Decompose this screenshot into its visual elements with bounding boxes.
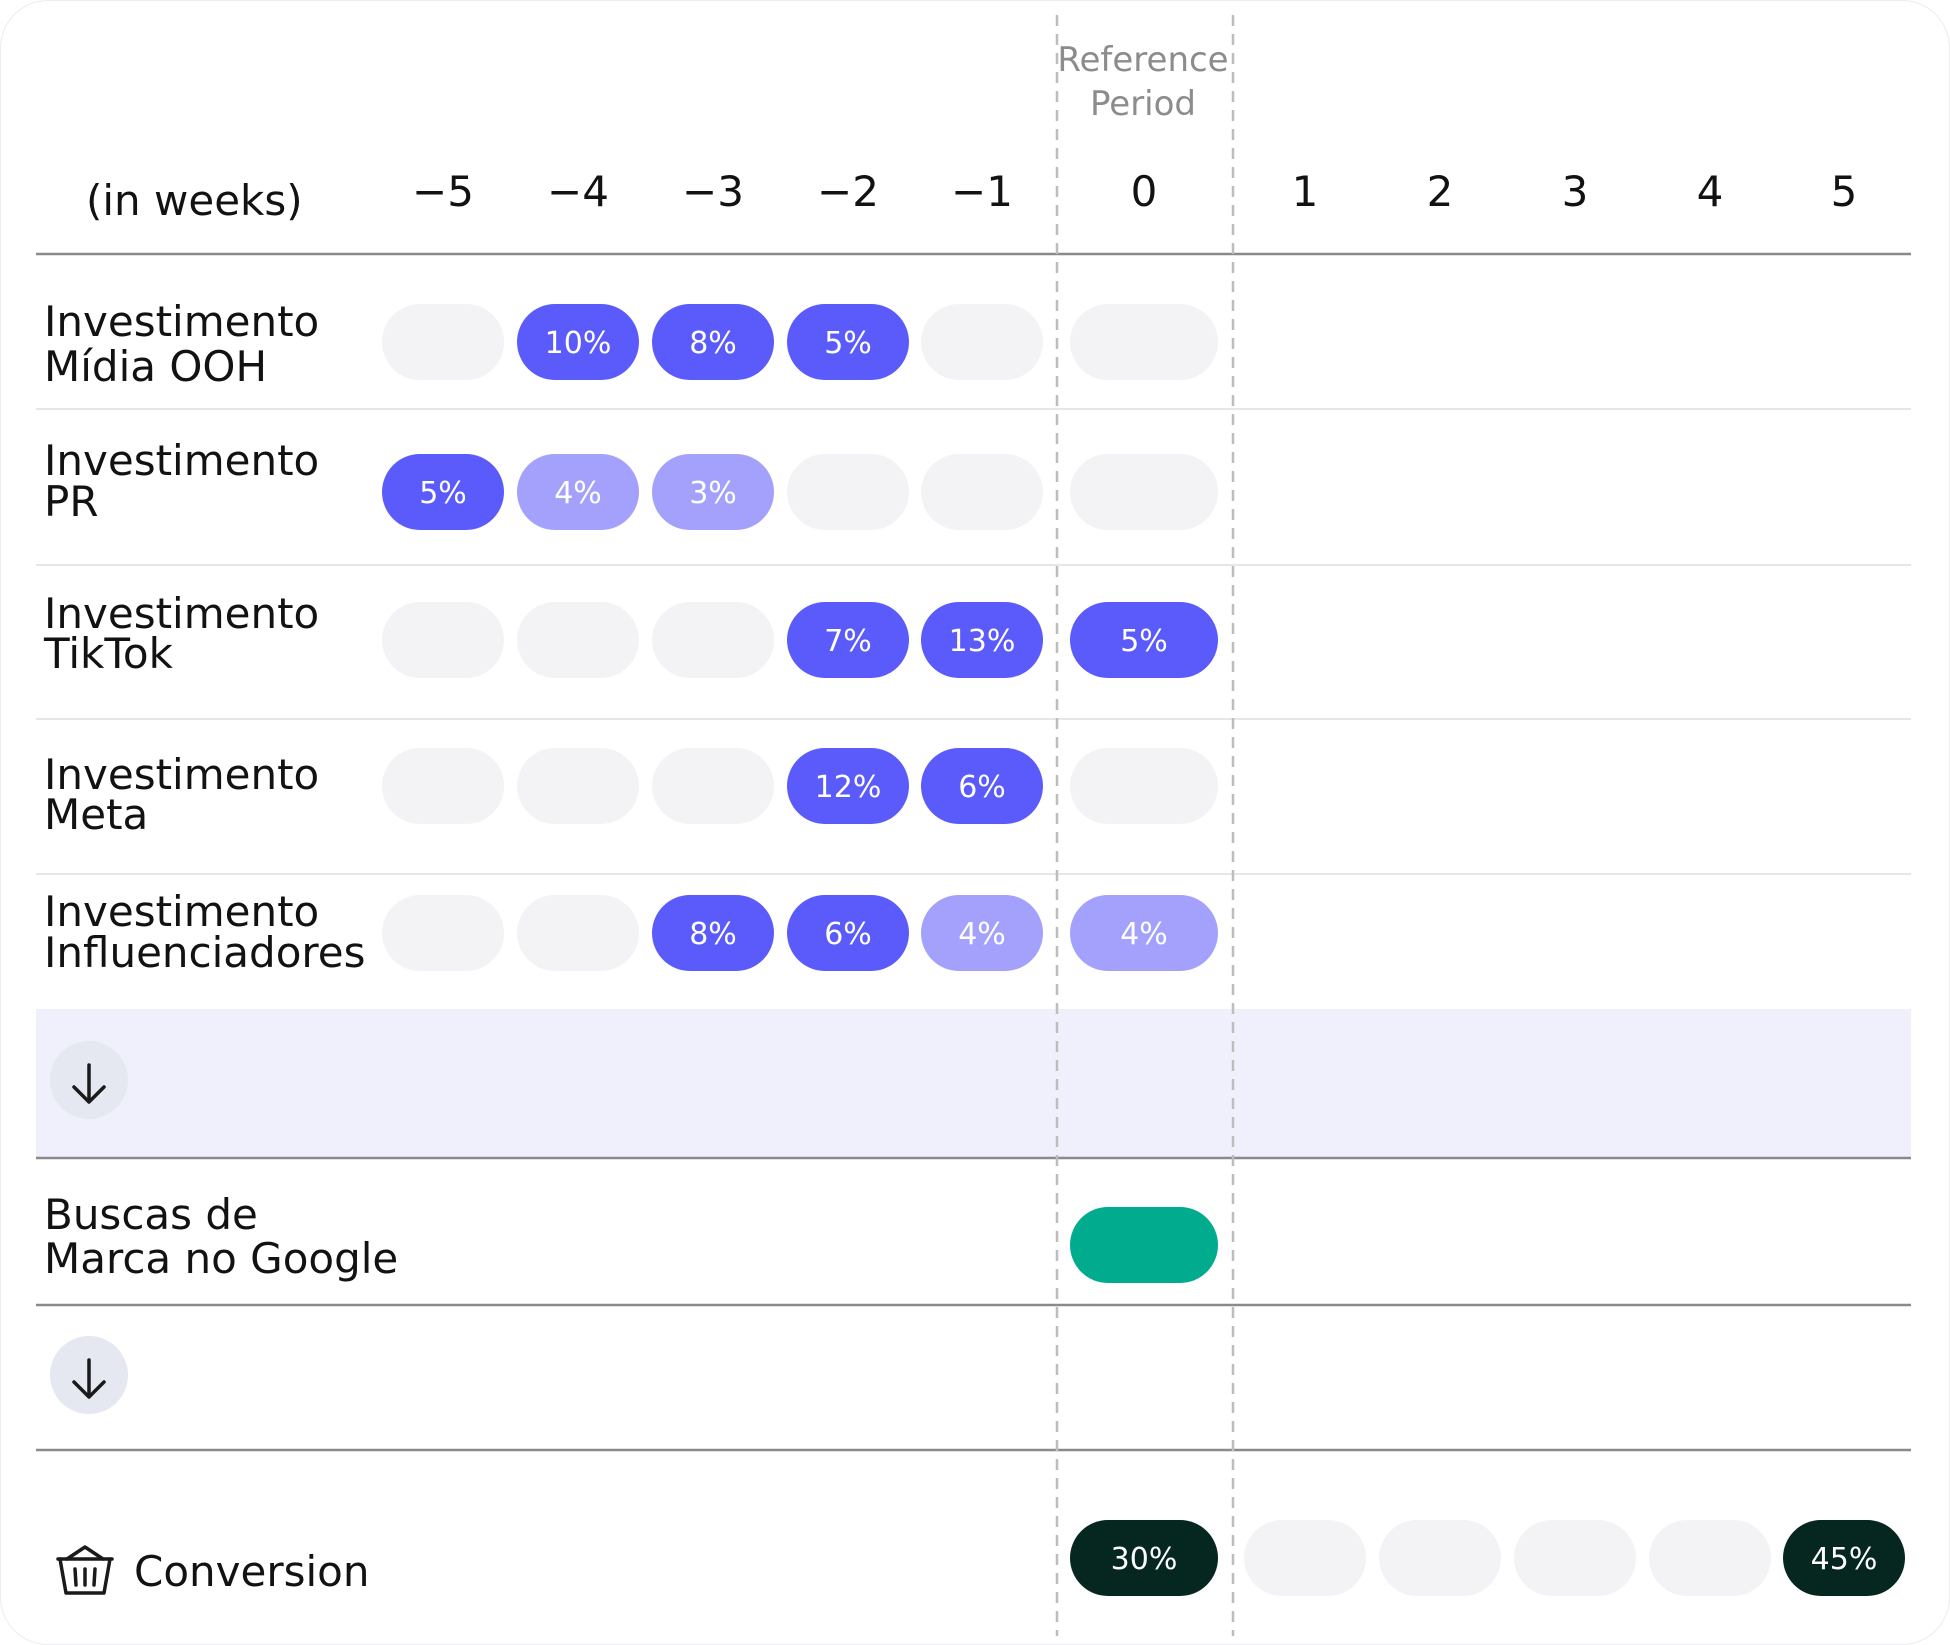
intermediate-label-line1: Buscas de — [44, 1190, 258, 1239]
row-label-line1: Investimento — [44, 297, 319, 346]
basket-icon — [56, 1545, 114, 1595]
unit-label: (in weeks) — [86, 176, 303, 225]
cell-pill — [1070, 454, 1218, 530]
cell-value-label: 4% — [958, 917, 1006, 952]
row-label-line2: Meta — [44, 790, 148, 839]
lag-heatmap-chart: (in weeks) Reference Period −5 −4 −3 −2 −1 0 1… — [36, 15, 1911, 1636]
cell-pill — [382, 748, 504, 824]
row-label-line2: Influenciadores — [44, 928, 365, 977]
week-header-6: 1 — [1292, 167, 1319, 216]
arrow-down-button[interactable] — [50, 1041, 128, 1119]
outcome-value-label: 30% — [1111, 1542, 1178, 1577]
cell-value-label: 10% — [545, 326, 612, 361]
week-header-10: 5 — [1831, 167, 1858, 216]
row-label-line2: PR — [44, 477, 99, 526]
week-header-9: 4 — [1697, 167, 1724, 216]
week-header-3: −2 — [817, 167, 879, 216]
week-header-group: −5 −4 −3 −2 −1 0 1 2 3 4 5 — [412, 167, 1857, 216]
outcome-cell-group: 30% 45% — [1070, 1520, 1905, 1596]
cell-value-label: 5% — [419, 476, 467, 511]
cell-pill — [1070, 748, 1218, 824]
week-header-0: −5 — [412, 167, 474, 216]
week-header-8: 3 — [1562, 167, 1589, 216]
cell-pill — [1070, 304, 1218, 380]
cell-value-label: 3% — [689, 476, 737, 511]
cell-pill — [517, 602, 639, 678]
cell-pill — [921, 454, 1043, 530]
cell-value-label: 8% — [689, 326, 737, 361]
cell-pill — [382, 895, 504, 971]
cell-group: 10% 8% 5% 5% 4% 3% 7% 13% 5% 12% 6% 8% 6% 4% 4% — [382, 304, 1218, 971]
reference-label-line1: Reference — [1057, 40, 1228, 80]
cell-value-label: 13% — [949, 624, 1016, 659]
row-label-line2: Mídia OOH — [44, 342, 267, 391]
cell-value-label: 7% — [824, 624, 872, 659]
highlight-band — [36, 1009, 1911, 1157]
outcome-pill — [1514, 1520, 1636, 1596]
week-header-4: −1 — [951, 167, 1013, 216]
cell-pill — [517, 748, 639, 824]
outcome-value-label: 45% — [1811, 1542, 1878, 1577]
cell-value-label: 4% — [1120, 917, 1168, 952]
cell-value-label: 4% — [554, 476, 602, 511]
row-label-line2: TikTok — [43, 629, 174, 678]
week-header-2: −3 — [682, 167, 744, 216]
reference-label-line2: Period — [1090, 84, 1196, 124]
intermediate-label-line2: Marca no Google — [44, 1234, 398, 1283]
arrow-down-button[interactable] — [50, 1336, 128, 1414]
outcome-pill — [1649, 1520, 1771, 1596]
cell-pill — [517, 895, 639, 971]
cell-value-label: 6% — [958, 770, 1006, 805]
outcome-pill — [1244, 1520, 1366, 1596]
week-header-5: 0 — [1131, 167, 1158, 216]
conversion-label: Conversion — [134, 1547, 369, 1596]
cell-value-label: 6% — [824, 917, 872, 952]
cell-pill — [787, 454, 909, 530]
cell-pill — [382, 602, 504, 678]
cell-value-label: 8% — [689, 917, 737, 952]
cell-pill — [652, 748, 774, 824]
cell-value-label: 5% — [1120, 624, 1168, 659]
cell-pill — [921, 304, 1043, 380]
cell-value-label: 5% — [824, 326, 872, 361]
cell-value-label: 12% — [815, 770, 882, 805]
cell-pill — [652, 602, 774, 678]
week-header-7: 2 — [1427, 167, 1454, 216]
outcome-pill — [1379, 1520, 1501, 1596]
week-header-1: −4 — [547, 167, 609, 216]
chart-card: (in weeks) Reference Period −5 −4 −3 −2 −1 0 1… — [0, 0, 1950, 1645]
cell-pill — [382, 304, 504, 380]
intermediate-pill — [1070, 1207, 1218, 1283]
